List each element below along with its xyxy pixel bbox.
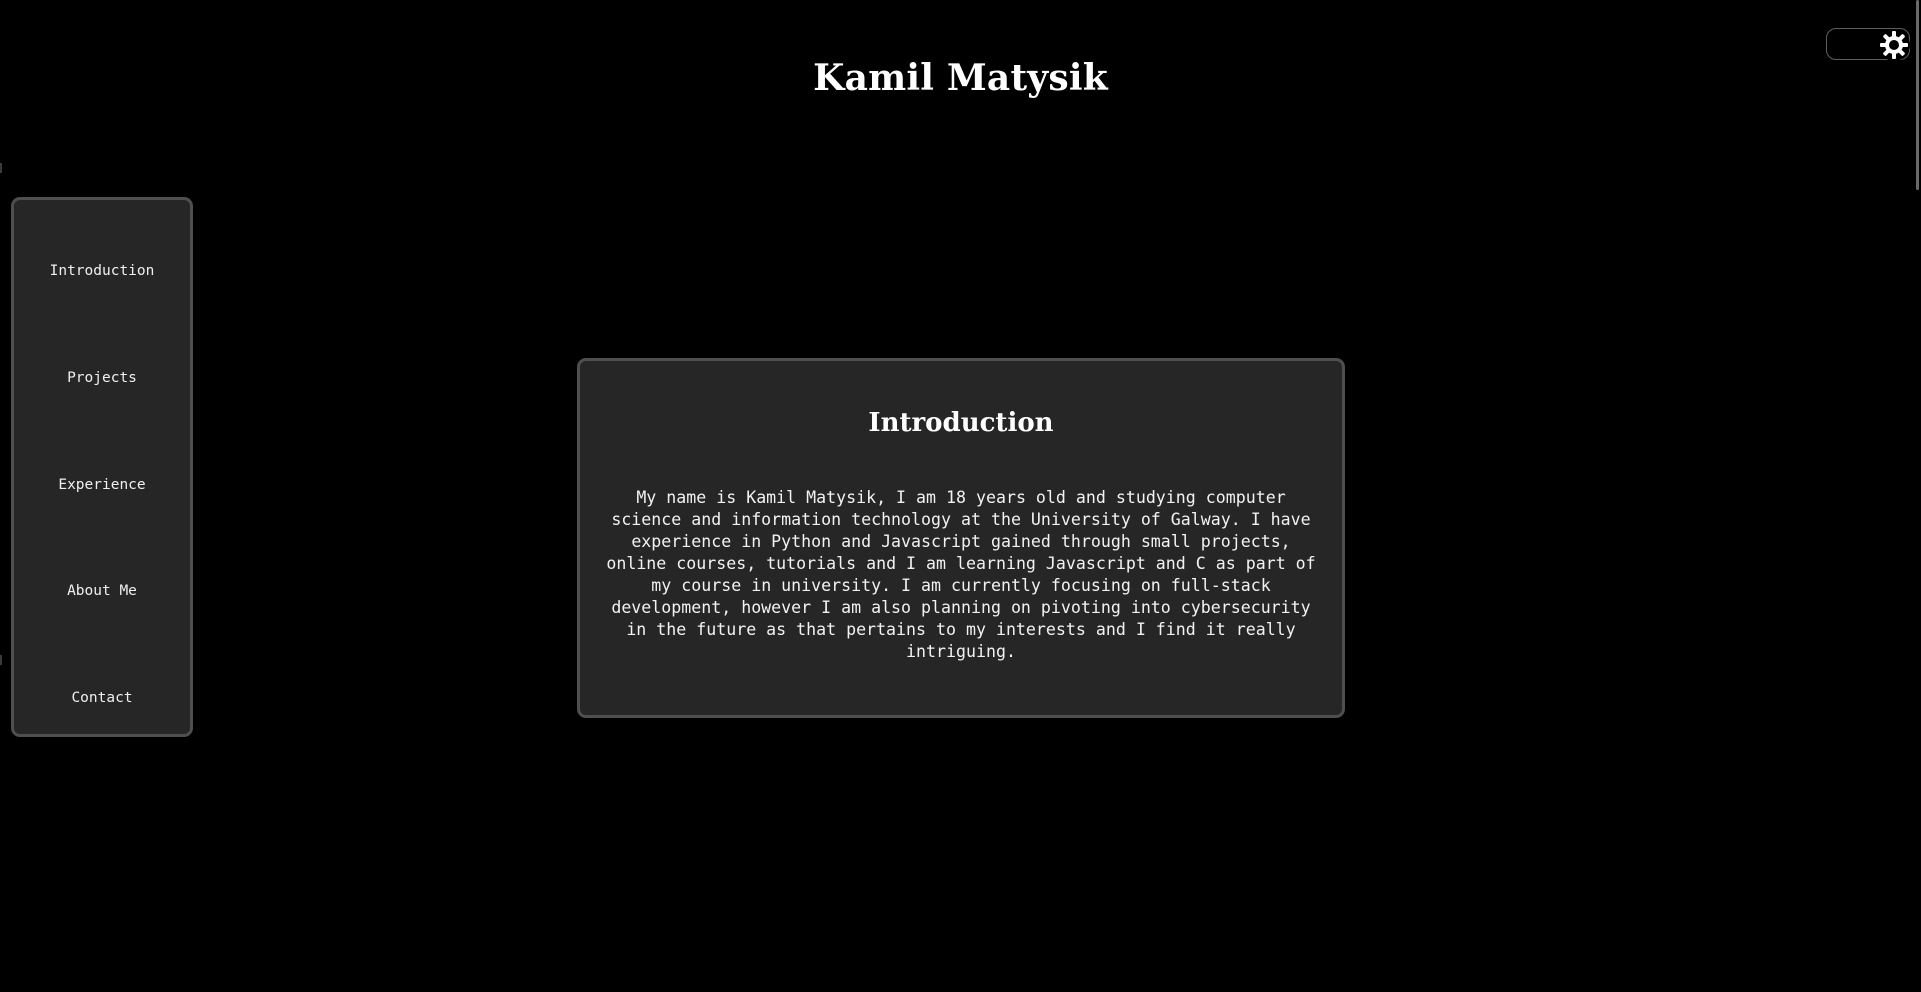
section-title: Introduction (868, 408, 1054, 438)
sidebar-item-experience[interactable]: Experience (14, 467, 190, 503)
sidebar-nav: Introduction Projects Experience About M… (11, 197, 193, 737)
sidebar-item-projects[interactable]: Projects (14, 360, 190, 396)
scrollbar-thumb[interactable] (1916, 0, 1919, 190)
theme-toggle[interactable] (1826, 28, 1910, 61)
edge-divider (0, 163, 2, 173)
introduction-card: Introduction My name is Kamil Matysik, I… (577, 358, 1345, 718)
sidebar-item-about-me[interactable]: About Me (14, 573, 190, 609)
site-title: Kamil Matysik (813, 57, 1108, 99)
sidebar-item-introduction[interactable]: Introduction (14, 253, 190, 289)
section-text: My name is Kamil Matysik, I am 18 years … (606, 488, 1316, 661)
gear-icon (1878, 29, 1910, 61)
edge-divider (0, 655, 2, 665)
sidebar-item-contact[interactable]: Contact (14, 680, 190, 716)
